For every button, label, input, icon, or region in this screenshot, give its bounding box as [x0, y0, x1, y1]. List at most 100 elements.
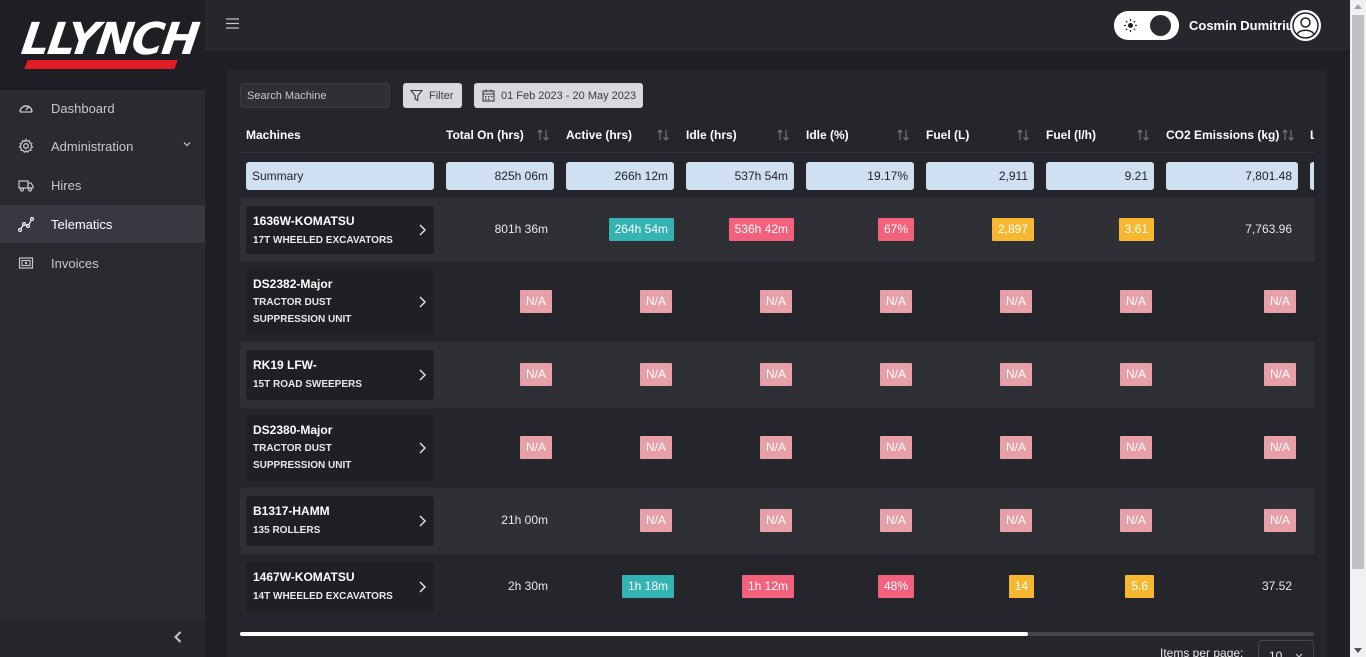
machine-type: TRACTOR DUST SUPPRESSION UNIT: [253, 443, 352, 471]
calendar-icon: [482, 89, 495, 102]
sidebar-item-hires[interactable]: Hires: [0, 166, 205, 204]
fuel-lh-badge: N/A: [1120, 290, 1153, 313]
total-on-badge: N/A: [520, 363, 553, 386]
sidebar-item-label: Dashboard: [51, 100, 115, 116]
sidebar-item-invoices[interactable]: Invoices: [0, 244, 205, 282]
table-row: DS2380-Major TRACTOR DUST SUPPRESSION UN…: [240, 408, 1314, 488]
sidebar-item-label: Hires: [51, 177, 82, 193]
sidebar-item-telematics[interactable]: Telematics: [0, 205, 205, 243]
scroll-up-icon[interactable]: [1354, 4, 1362, 9]
sidebar-item-administration[interactable]: Administration: [0, 127, 205, 165]
theme-toggle[interactable]: [1114, 11, 1179, 40]
machine-cell[interactable]: B1317-HAMM 135 ROLLERS: [246, 496, 434, 546]
machine-type: 15T ROAD SWEEPERS: [253, 379, 362, 390]
header-divider: [240, 152, 1314, 153]
sidebar-item-dashboard[interactable]: Dashboard: [0, 89, 205, 127]
sort-icon[interactable]: [656, 128, 670, 142]
idle-badge: 536h 42m: [728, 218, 794, 241]
chevron-right-icon[interactable]: [418, 442, 428, 454]
gear-icon: [18, 138, 34, 154]
machine-name: DS2380-Major: [253, 423, 333, 437]
idle-badge: N/A: [760, 436, 793, 459]
sort-icon[interactable]: [1016, 128, 1030, 142]
machine-cell[interactable]: DS2382-Major TRACTOR DUST SUPPRESSION UN…: [246, 269, 434, 335]
filter-label: Filter: [429, 89, 454, 102]
sun-icon: [1124, 19, 1137, 32]
chevron-down-icon: [183, 142, 191, 147]
chevron-right-icon[interactable]: [418, 581, 428, 593]
scrollbar-thumb[interactable]: [1352, 15, 1364, 569]
sort-icon[interactable]: [1136, 128, 1150, 142]
page-scrollbar[interactable]: [1350, 0, 1366, 657]
machine-type: 14T WHEELED EXCAVATORS: [253, 591, 393, 602]
gauge-icon: [19, 105, 33, 113]
filter-icon: [410, 89, 423, 102]
total-on-badge: N/A: [520, 290, 553, 313]
active-badge: N/A: [640, 509, 673, 532]
fuel-badge: N/A: [1000, 290, 1033, 313]
column-header-total-on[interactable]: Total On (hrs): [446, 128, 524, 142]
total-on-badge: N/A: [520, 436, 553, 459]
items-per-page-value: 10: [1269, 649, 1283, 657]
machine-cell[interactable]: DS2380-Major TRACTOR DUST SUPPRESSION UN…: [246, 415, 434, 481]
sidebar-item-label: Telematics: [51, 216, 113, 232]
machine-cell[interactable]: RK19 LFW- 15T ROAD SWEEPERS: [246, 350, 434, 400]
idle-badge: N/A: [760, 363, 793, 386]
summary-fuel: 2,911: [926, 162, 1034, 190]
chevron-right-icon[interactable]: [418, 296, 428, 308]
column-header-fuel-lh[interactable]: Fuel (l/h): [1046, 128, 1096, 142]
user-name[interactable]: Cosmin Dumitriu: [1189, 18, 1294, 33]
logo[interactable]: LLYNCH: [0, 0, 205, 90]
chevron-right-icon[interactable]: [418, 224, 428, 236]
column-header-idle[interactable]: Idle (hrs): [686, 128, 737, 142]
fuel-badge: 14: [1008, 575, 1034, 598]
idle-pct-badge: N/A: [880, 436, 913, 459]
table-row: B1317-HAMM 135 ROLLERS 21h 00m N/A N/A N…: [240, 488, 1314, 554]
summary-total-on: 825h 06m: [446, 162, 554, 190]
column-header-truncated[interactable]: L: [1310, 128, 1314, 142]
avatar[interactable]: [1290, 10, 1321, 41]
machine-cell[interactable]: 1636W-KOMATSU 17T WHEELED EXCAVATORS: [246, 206, 434, 254]
column-header-fuel[interactable]: Fuel (L): [926, 128, 969, 142]
sort-icon[interactable]: [776, 128, 790, 142]
column-header-active[interactable]: Active (hrs): [566, 128, 632, 142]
items-per-page-label: Items per page:: [1160, 646, 1244, 657]
column-header-co2[interactable]: CO2 Emissions (kg): [1166, 128, 1279, 142]
idle-badge: N/A: [760, 509, 793, 532]
scrollbar-thumb[interactable]: [240, 632, 1028, 636]
sort-icon[interactable]: [896, 128, 910, 142]
sidebar-collapse-button[interactable]: [0, 619, 205, 657]
idle-pct-badge: N/A: [880, 509, 913, 532]
column-header-idle-pct[interactable]: Idle (%): [806, 128, 849, 142]
scroll-down-icon[interactable]: [1354, 648, 1362, 653]
idle-pct-badge: 48%: [877, 575, 914, 598]
summary-label: Summary: [246, 162, 434, 190]
machine-name: B1317-HAMM: [253, 504, 330, 518]
total-on-value: 801h 36m: [494, 222, 548, 236]
fuel-badge: 2,897: [991, 218, 1034, 241]
fuel-lh-badge: N/A: [1120, 436, 1153, 459]
machine-name: 1467W-KOMATSU: [253, 570, 355, 584]
chevron-left-icon: [174, 631, 182, 643]
items-per-page-select[interactable]: 10: [1258, 640, 1314, 657]
chevron-right-icon[interactable]: [418, 369, 428, 381]
table-horizontal-scrollbar[interactable]: [240, 632, 1314, 636]
filter-button[interactable]: Filter: [403, 83, 462, 108]
hamburger-menu-icon[interactable]: [226, 17, 239, 30]
search-input[interactable]: [240, 83, 390, 108]
idle-badge: N/A: [760, 290, 793, 313]
summary-idle: 537h 54m: [686, 162, 794, 190]
summary-idle-pct: 19.17%: [806, 162, 914, 190]
chevron-right-icon[interactable]: [418, 515, 428, 527]
machine-type: 135 ROLLERS: [253, 525, 321, 536]
machine-cell[interactable]: 1467W-KOMATSU 14T WHEELED EXCAVATORS: [246, 562, 434, 612]
sidebar-item-label: Invoices: [51, 255, 99, 271]
machine-name: RK19 LFW-: [253, 358, 317, 372]
co2-value: 37.52: [1261, 579, 1292, 593]
sort-icon[interactable]: [1281, 128, 1295, 142]
machines-table: Machines Total On (hrs) Active (hrs) Idl…: [240, 120, 1314, 620]
date-range-button[interactable]: 01 Feb 2023 - 20 May 2023: [474, 83, 643, 108]
column-header-machines[interactable]: Machines: [246, 128, 301, 142]
sort-icon[interactable]: [536, 128, 550, 142]
idle-pct-badge: 67%: [877, 218, 914, 241]
